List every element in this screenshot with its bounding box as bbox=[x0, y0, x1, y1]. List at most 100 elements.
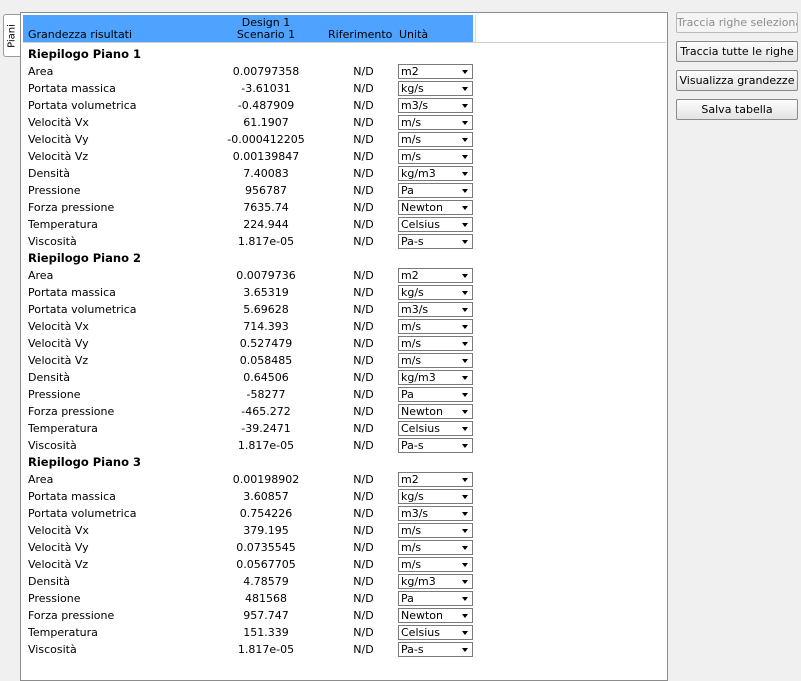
unit-select[interactable]: Newton bbox=[398, 200, 473, 215]
quantity-name: Portata volumetrica bbox=[28, 303, 137, 316]
unit-select-value: m3/s bbox=[401, 303, 429, 316]
unit-select[interactable]: m2 bbox=[398, 64, 473, 79]
unit-select[interactable]: m/s bbox=[398, 336, 473, 351]
table-row[interactable]: Velocità Vy -0.000412205 N/D m/s bbox=[21, 131, 667, 148]
table-row[interactable]: Forza pressione -465.272 N/D Newton bbox=[21, 403, 667, 420]
tab-piani[interactable]: Piani bbox=[3, 14, 20, 57]
save-table-button[interactable]: Salva tabella bbox=[676, 99, 798, 120]
table-row[interactable]: Temperatura 224.944 N/D Celsius bbox=[21, 216, 667, 233]
dropdown-arrow-icon bbox=[462, 427, 468, 431]
unit-select[interactable]: Pa bbox=[398, 387, 473, 402]
quantity-name: Viscosità bbox=[28, 439, 77, 452]
table-row[interactable]: Viscosità 1.817e-05 N/D Pa-s bbox=[21, 641, 667, 658]
table-row[interactable]: Portata massica 3.65319 N/D kg/s bbox=[21, 284, 667, 301]
table-row[interactable]: Temperatura -39.2471 N/D Celsius bbox=[21, 420, 667, 437]
scenario-value: 0.64506 bbox=[243, 371, 289, 384]
table-row[interactable]: Densità 7.40083 N/D kg/m3 bbox=[21, 165, 667, 182]
unit-select[interactable]: m2 bbox=[398, 268, 473, 283]
dropdown-arrow-icon bbox=[462, 172, 468, 176]
table-row[interactable]: Portata volumetrica 5.69628 N/D m3/s bbox=[21, 301, 667, 318]
unit-select[interactable]: m/s bbox=[398, 540, 473, 555]
reference-value: N/D bbox=[353, 65, 374, 78]
unit-select-value: m/s bbox=[401, 150, 422, 163]
unit-select-value: m3/s bbox=[401, 507, 429, 520]
unit-select[interactable]: m/s bbox=[398, 319, 473, 334]
reference-value: N/D bbox=[353, 524, 374, 537]
header-scenario[interactable]: Scenario 1 bbox=[229, 29, 303, 41]
table-row[interactable]: Velocità Vy 0.527479 N/D m/s bbox=[21, 335, 667, 352]
unit-select[interactable]: m/s bbox=[398, 523, 473, 538]
unit-select[interactable]: m/s bbox=[398, 115, 473, 130]
table-row[interactable]: Viscosità 1.817e-05 N/D Pa-s bbox=[21, 437, 667, 454]
table-row[interactable]: Velocità Vx 379.195 N/D m/s bbox=[21, 522, 667, 539]
unit-select-value: kg/s bbox=[401, 490, 424, 503]
reference-value: N/D bbox=[353, 626, 374, 639]
unit-select[interactable]: Celsius bbox=[398, 217, 473, 232]
table-row[interactable]: Velocità Vz 0.0567705 N/D m/s bbox=[21, 556, 667, 573]
table-row[interactable]: Area 0.0079736 N/D m2 bbox=[21, 267, 667, 284]
table-row[interactable]: Portata volumetrica 0.754226 N/D m3/s bbox=[21, 505, 667, 522]
unit-select[interactable]: Newton bbox=[398, 608, 473, 623]
unit-select[interactable]: Pa-s bbox=[398, 642, 473, 657]
table-row[interactable]: Velocità Vx 61.1907 N/D m/s bbox=[21, 114, 667, 131]
table-row[interactable]: Viscosità 1.817e-05 N/D Pa-s bbox=[21, 233, 667, 250]
section-header: Riepilogo Piano 2 bbox=[21, 250, 667, 267]
table-row[interactable]: Area 0.00797358 N/D m2 bbox=[21, 63, 667, 80]
table-row[interactable]: Forza pressione 957.747 N/D Newton bbox=[21, 607, 667, 624]
table-row[interactable]: Velocità Vz 0.00139847 N/D m/s bbox=[21, 148, 667, 165]
unit-select[interactable]: m3/s bbox=[398, 506, 473, 521]
table-row[interactable]: Velocità Vz 0.058485 N/D m/s bbox=[21, 352, 667, 369]
table-row[interactable]: Densità 4.78579 N/D kg/m3 bbox=[21, 573, 667, 590]
unit-select[interactable]: kg/m3 bbox=[398, 574, 473, 589]
unit-select[interactable]: Celsius bbox=[398, 421, 473, 436]
table-row[interactable]: Temperatura 151.339 N/D Celsius bbox=[21, 624, 667, 641]
unit-select[interactable]: Pa bbox=[398, 591, 473, 606]
unit-select[interactable]: Pa-s bbox=[398, 234, 473, 249]
table-row[interactable]: Portata massica 3.60857 N/D kg/s bbox=[21, 488, 667, 505]
show-quantities-button[interactable]: Visualizza grandezze bbox=[676, 70, 798, 91]
scenario-value: 481568 bbox=[245, 592, 287, 605]
unit-select[interactable]: m3/s bbox=[398, 302, 473, 317]
unit-select[interactable]: Newton bbox=[398, 404, 473, 419]
table-row[interactable]: Pressione -58277 N/D Pa bbox=[21, 386, 667, 403]
unit-select-value: kg/m3 bbox=[401, 371, 436, 384]
plot-all-rows-button[interactable]: Traccia tutte le righe bbox=[676, 41, 798, 62]
reference-value: N/D bbox=[353, 388, 374, 401]
header-unit[interactable]: Unità bbox=[399, 29, 428, 41]
unit-select[interactable]: kg/m3 bbox=[398, 166, 473, 181]
plot-selected-rows-button[interactable]: Traccia righe selezionate bbox=[676, 12, 798, 33]
quantity-name: Area bbox=[28, 473, 54, 486]
table-row[interactable]: Pressione 481568 N/D Pa bbox=[21, 590, 667, 607]
quantity-name: Area bbox=[28, 269, 54, 282]
unit-select[interactable]: Celsius bbox=[398, 625, 473, 640]
unit-select[interactable]: kg/s bbox=[398, 285, 473, 300]
table-row[interactable]: Area 0.00198902 N/D m2 bbox=[21, 471, 667, 488]
unit-select[interactable]: m/s bbox=[398, 149, 473, 164]
table-row[interactable]: Portata massica -3.61031 N/D kg/s bbox=[21, 80, 667, 97]
scenario-value: -39.2471 bbox=[241, 422, 291, 435]
unit-select-value: Pa bbox=[401, 388, 414, 401]
quantity-name: Velocità Vx bbox=[28, 524, 89, 537]
table-row[interactable]: Forza pressione 7635.74 N/D Newton bbox=[21, 199, 667, 216]
table-row[interactable]: Velocità Vx 714.393 N/D m/s bbox=[21, 318, 667, 335]
unit-select[interactable]: m/s bbox=[398, 132, 473, 147]
unit-select[interactable]: Pa bbox=[398, 183, 473, 198]
header-reference[interactable]: Riferimento bbox=[328, 29, 392, 41]
unit-select-value: m2 bbox=[401, 65, 419, 78]
table-row[interactable]: Velocità Vy 0.0735545 N/D m/s bbox=[21, 539, 667, 556]
unit-select[interactable]: m/s bbox=[398, 557, 473, 572]
scenario-value: -0.000412205 bbox=[227, 133, 305, 146]
unit-select[interactable]: kg/m3 bbox=[398, 370, 473, 385]
unit-select[interactable]: m2 bbox=[398, 472, 473, 487]
dropdown-arrow-icon bbox=[462, 529, 468, 533]
table-row[interactable]: Portata volumetrica -0.487909 N/D m3/s bbox=[21, 97, 667, 114]
header-col-name[interactable]: Grandezza risultati bbox=[28, 29, 132, 41]
unit-select[interactable]: m3/s bbox=[398, 98, 473, 113]
unit-select[interactable]: kg/s bbox=[398, 489, 473, 504]
table-row[interactable]: Pressione 956787 N/D Pa bbox=[21, 182, 667, 199]
unit-select[interactable]: m/s bbox=[398, 353, 473, 368]
quantity-name: Densità bbox=[28, 575, 71, 588]
unit-select[interactable]: kg/s bbox=[398, 81, 473, 96]
unit-select[interactable]: Pa-s bbox=[398, 438, 473, 453]
table-row[interactable]: Densità 0.64506 N/D kg/m3 bbox=[21, 369, 667, 386]
